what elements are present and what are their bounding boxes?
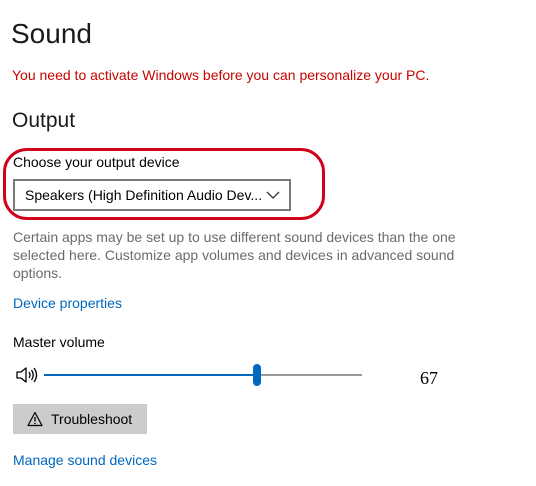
troubleshoot-button[interactable]: Troubleshoot <box>13 404 147 434</box>
page-title: Sound <box>11 18 92 49</box>
warning-triangle-icon <box>27 411 43 427</box>
volume-slider-thumb[interactable] <box>253 364 261 386</box>
output-device-selected-value: Speakers (High Definition Audio Dev... <box>25 187 263 203</box>
device-properties-link[interactable]: Device properties <box>13 295 122 311</box>
volume-value-readout: 67 <box>420 368 438 388</box>
master-volume-slider[interactable] <box>44 364 362 386</box>
manage-sound-devices-link[interactable]: Manage sound devices <box>13 452 157 468</box>
output-device-label: Choose your output device <box>13 154 180 170</box>
speaker-volume-icon[interactable] <box>15 366 39 384</box>
master-volume-label: Master volume <box>13 334 105 350</box>
output-section-title: Output <box>12 109 76 132</box>
activation-warning: You need to activate Windows before you … <box>12 67 430 83</box>
chevron-down-icon <box>265 187 281 203</box>
output-description: Certain apps may be set up to use differ… <box>13 229 456 281</box>
troubleshoot-button-label: Troubleshoot <box>51 411 133 427</box>
output-device-dropdown[interactable]: Speakers (High Definition Audio Dev... <box>13 179 291 211</box>
volume-slider-fill <box>44 374 257 376</box>
